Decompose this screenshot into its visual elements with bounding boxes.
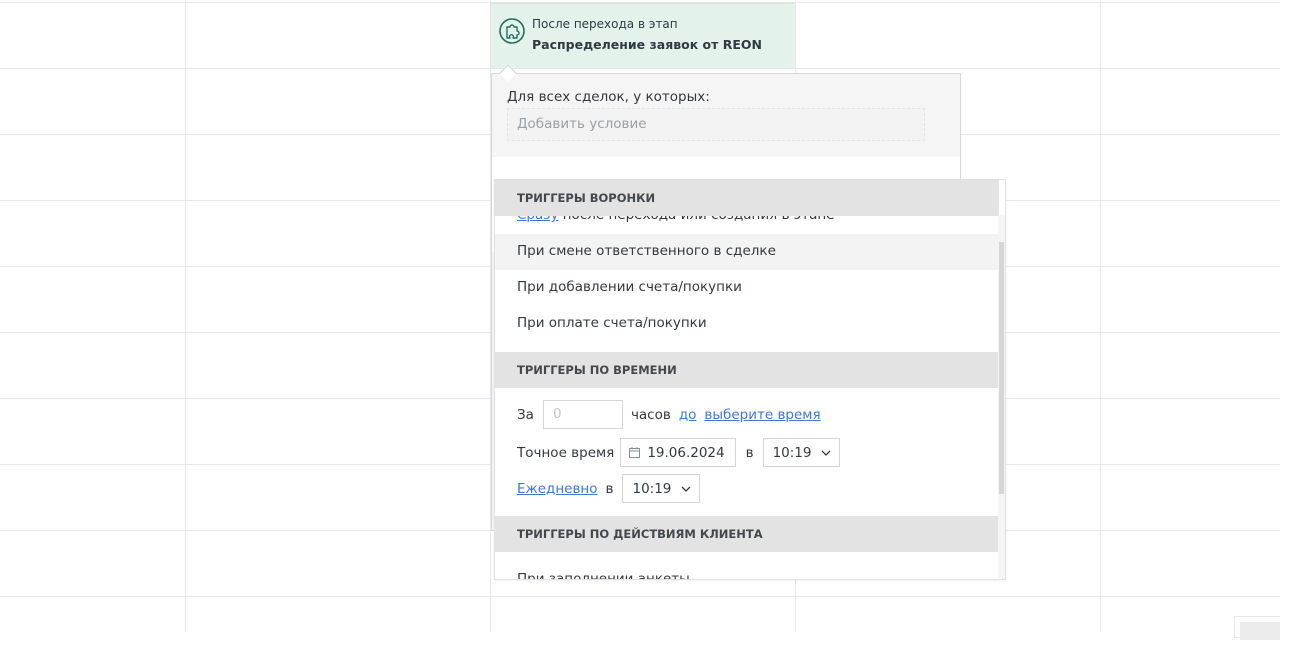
grid-row-divider <box>0 68 1280 69</box>
calendar-icon <box>629 447 641 458</box>
trigger-type-dropdown[interactable]: Сразу после перехода или создания в этап… <box>494 179 1006 580</box>
puzzle-icon <box>499 18 525 44</box>
exact-time-select[interactable]: 10:19 <box>762 438 841 467</box>
dropdown-list: Сразу после перехода или создания в этап… <box>495 180 999 579</box>
trigger-item-form-filled[interactable]: При заполнении анкеты <box>495 562 999 579</box>
section-header-time: Триггеры по времени <box>495 352 999 388</box>
daily-link[interactable]: Ежедневно <box>517 481 598 497</box>
daily-at-label: в <box>605 480 614 497</box>
section-header-funnel: Триггеры воронки <box>495 180 999 216</box>
date-value: 19.06.2024 <box>647 444 725 461</box>
section-header-client: Триггеры по действиям клиента <box>495 516 999 552</box>
at-label: в <box>745 444 754 461</box>
trigger-row-exact-time: Точное время 19.06.2024 в 10:19 <box>517 438 841 467</box>
corner-widget-inner <box>1240 622 1280 640</box>
corner-widget[interactable] <box>1234 616 1280 640</box>
trigger-row-daily: Ежедневно в 10:19 <box>517 474 701 503</box>
before-link[interactable]: до <box>679 407 697 423</box>
conditions-label: Для всех сделок, у которых: <box>507 89 710 105</box>
trigger-item-invoice-added[interactable]: При добавлении счета/покупки <box>495 270 999 306</box>
chevron-down-icon <box>681 486 691 492</box>
hours-input[interactable]: 0 <box>542 400 623 429</box>
grid-column-divider <box>1100 0 1101 632</box>
date-picker[interactable]: 19.06.2024 <box>620 438 736 467</box>
trigger-row-before-hours: За 0 часов до выберите время <box>517 400 821 429</box>
trigger-item-invoice-paid[interactable]: При оплате счета/покупки <box>495 306 999 342</box>
dropdown-scrollbar-thumb[interactable] <box>999 242 1004 494</box>
grid-column-divider <box>185 0 186 632</box>
daily-time-select[interactable]: 10:19 <box>622 474 701 503</box>
chevron-down-icon <box>822 450 831 456</box>
exact-time-label: Точное время <box>517 444 615 461</box>
grid-row-divider <box>0 596 1280 597</box>
exact-time-value: 10:19 <box>772 444 812 461</box>
stage-subtitle: После перехода в этап <box>532 17 678 31</box>
choose-time-link[interactable]: выберите время <box>704 407 820 423</box>
add-condition-field[interactable]: Добавить условие <box>507 108 925 141</box>
stage-title: Распределение заявок от REON <box>532 37 762 52</box>
hours-label: часов <box>630 406 671 423</box>
stage-trigger-card[interactable]: После перехода в этап Распределение заяв… <box>491 3 795 68</box>
before-label: За <box>517 406 534 423</box>
trigger-item-responsible-change[interactable]: При смене ответственного в сделке <box>495 234 999 270</box>
daily-time-value: 10:19 <box>632 480 672 497</box>
